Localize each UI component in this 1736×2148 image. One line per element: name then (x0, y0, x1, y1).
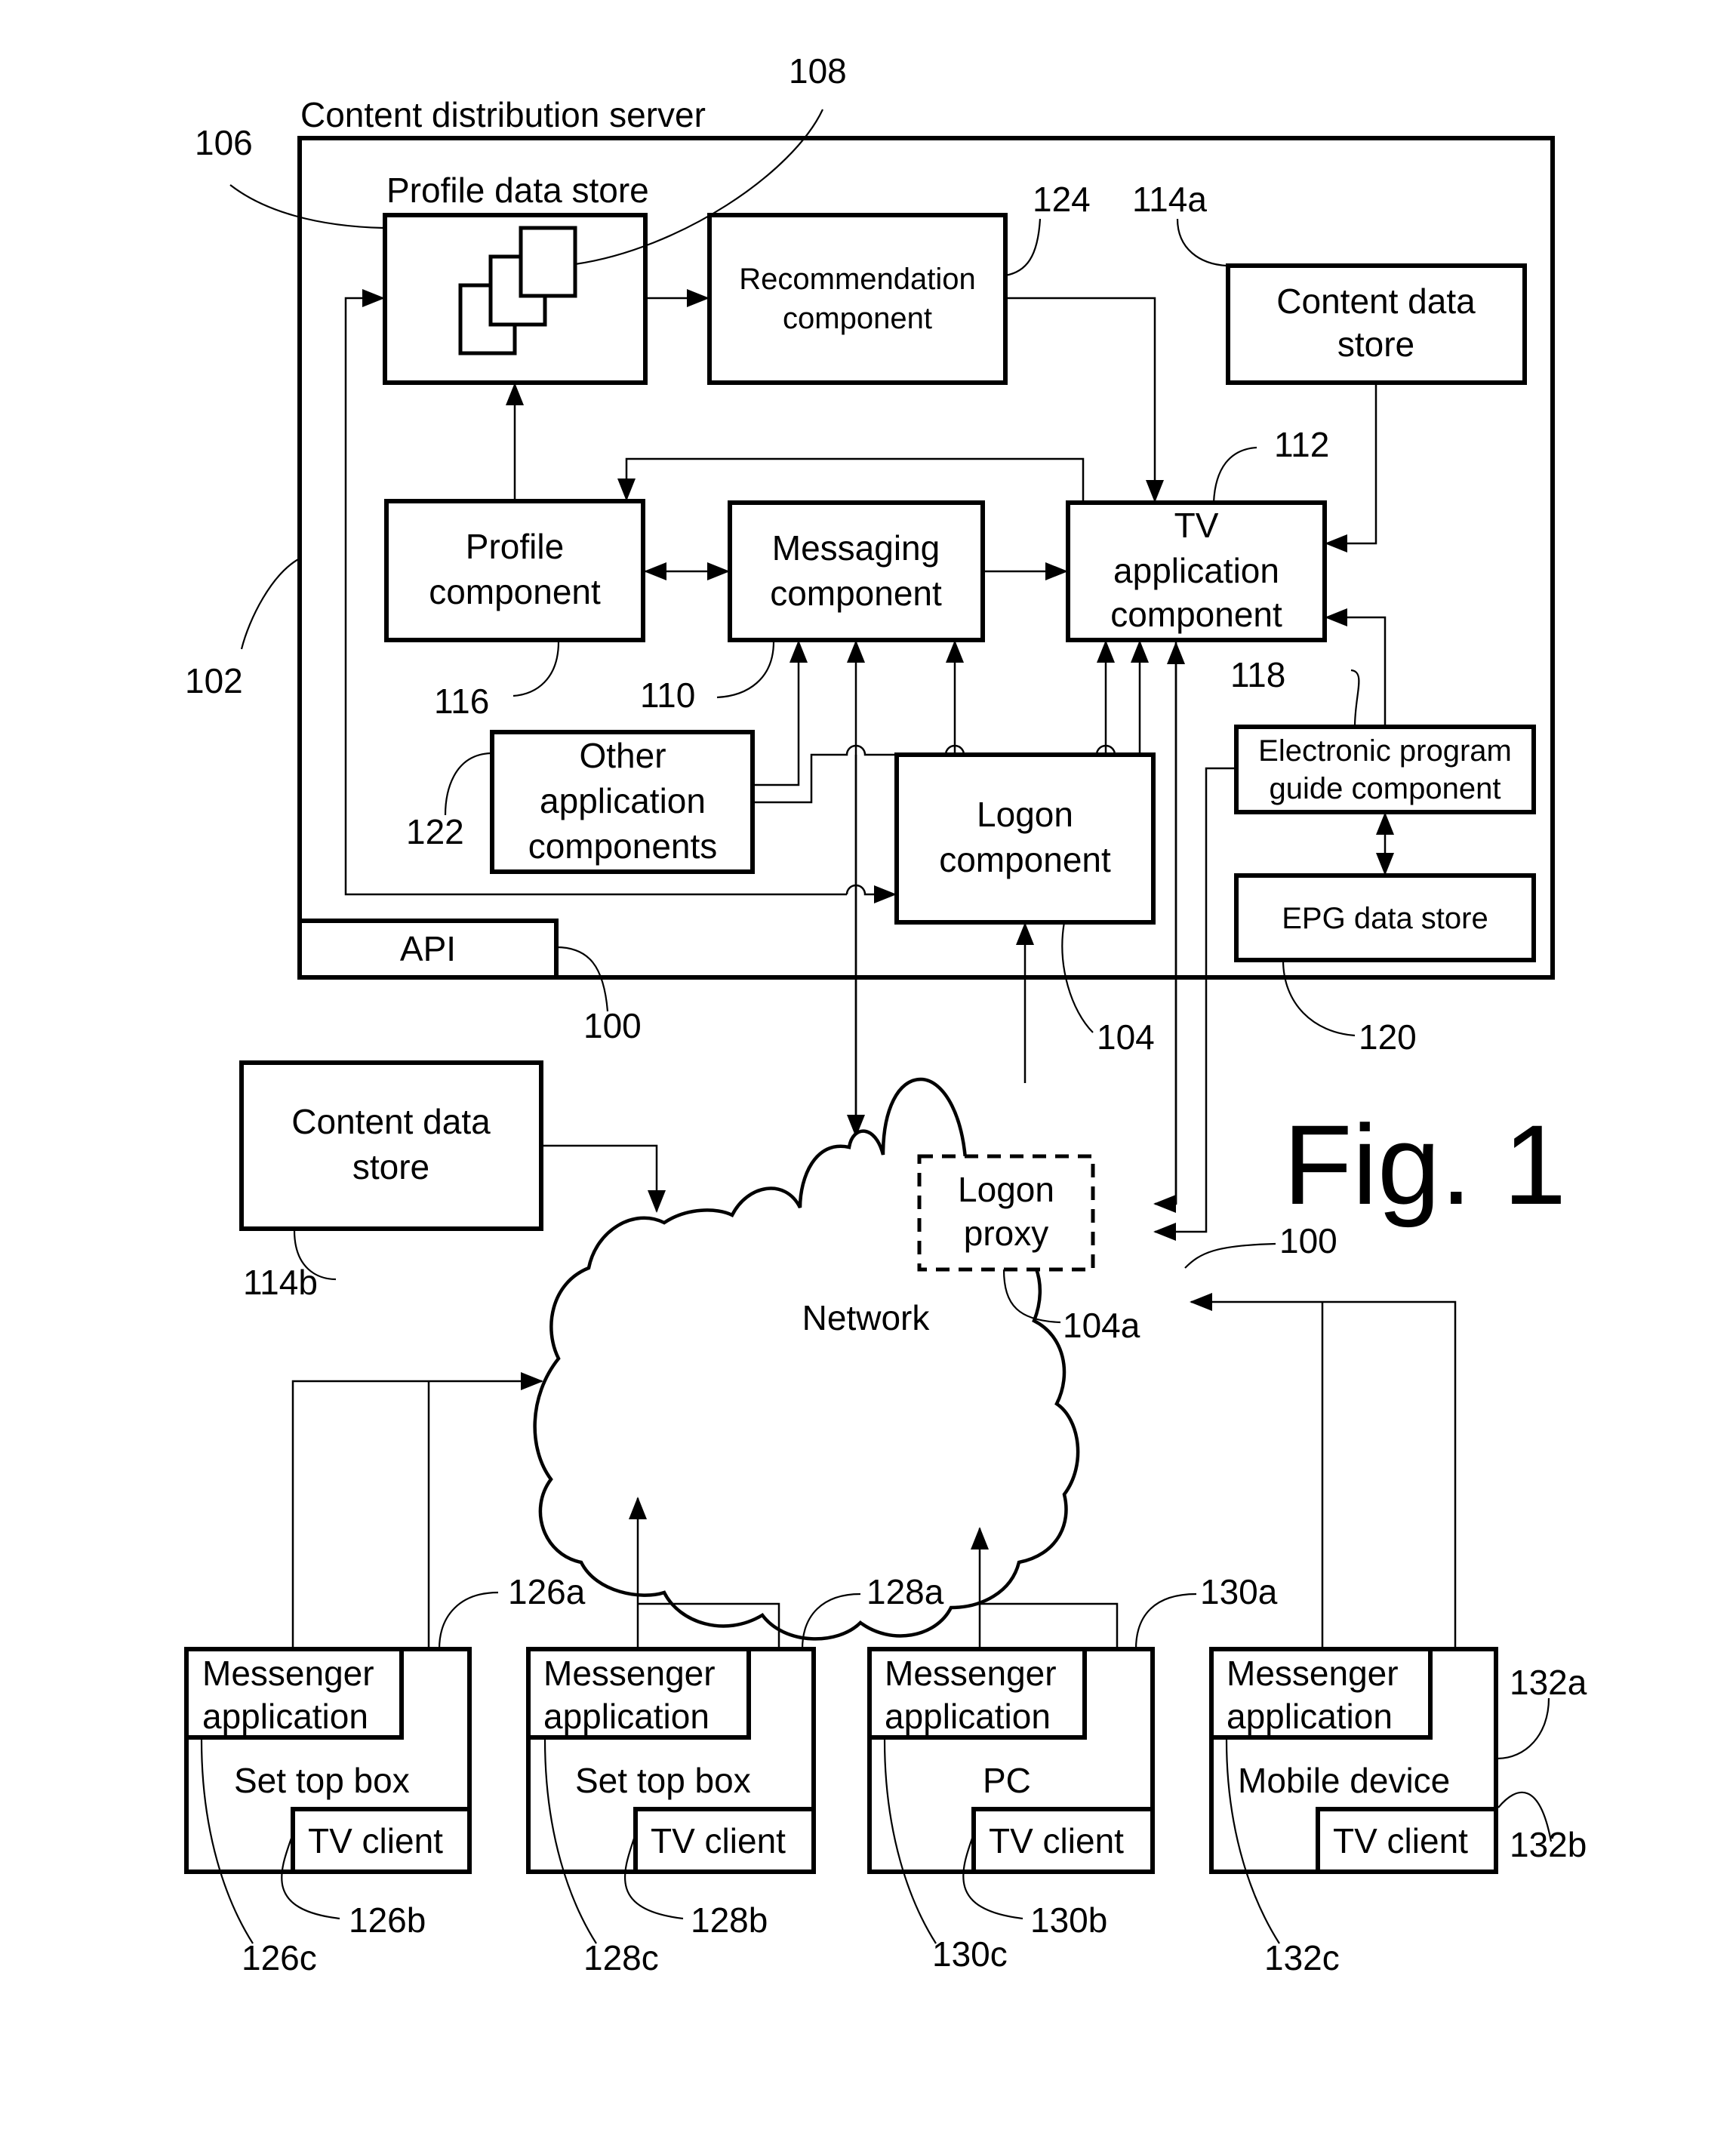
device-2-name: Set top box (575, 1761, 751, 1800)
device-4-app-label-2: application (1227, 1697, 1393, 1736)
device-2-app-label-1: Messenger (543, 1654, 716, 1693)
logon-component-box[interactable] (894, 752, 1156, 925)
ref-132a: 132a (1510, 1663, 1587, 1702)
other-application-label-1: Other (579, 736, 666, 775)
ref-126c: 126c (242, 1938, 317, 1977)
content-data-store-b-label-2: store (352, 1147, 429, 1186)
ref-128b: 128b (691, 1900, 768, 1940)
device-3-client-label: TV client (989, 1821, 1124, 1860)
network-label: Network (802, 1298, 931, 1337)
ref-130a: 130a (1200, 1572, 1278, 1611)
ref-124: 124 (1033, 180, 1091, 219)
ref-100-api: 100 (583, 1006, 642, 1045)
messaging-component-label-2: component (770, 574, 942, 613)
device-1-app-label-2: application (202, 1697, 368, 1736)
tv-application-label-1: TV (1174, 506, 1219, 545)
content-data-store-b-label-1: Content data (291, 1102, 491, 1141)
system-diagram: Content distribution server Profile data… (184, 51, 1587, 1977)
epg-component-label-1: Electronic program (1258, 734, 1512, 768)
device-4-app-label-1: Messenger (1227, 1654, 1399, 1693)
device-4-name: Mobile device (1238, 1761, 1450, 1800)
logon-component-label-1: Logon (977, 795, 1073, 834)
ref-120: 120 (1359, 1017, 1417, 1057)
device-4-client-label: TV client (1333, 1821, 1468, 1860)
profile-component-label-2: component (429, 572, 601, 611)
device-3-app-label-2: application (885, 1697, 1051, 1736)
recommendation-label-2: component (783, 302, 932, 335)
ref-128a: 128a (866, 1572, 944, 1611)
ref-104: 104 (1097, 1017, 1155, 1057)
device-set-top-box-2[interactable]: Messenger application Set top box TV cli… (526, 1647, 816, 1874)
recommendation-component-box[interactable] (707, 213, 1008, 385)
device-2-client-label: TV client (651, 1821, 786, 1860)
ref-132c: 132c (1264, 1938, 1340, 1977)
device-3-app-label-1: Messenger (885, 1654, 1057, 1693)
device-1-client-label: TV client (308, 1821, 443, 1860)
other-application-label-2: application (540, 781, 706, 820)
profile-component-label-1: Profile (466, 527, 564, 566)
device-3-name: PC (983, 1761, 1031, 1800)
ref-118: 118 (1230, 655, 1285, 694)
logon-proxy-label-1: Logon (958, 1170, 1054, 1209)
api-label: API (400, 929, 456, 968)
content-data-store-a-label-2: store (1337, 325, 1414, 364)
ref-100-network: 100 (1279, 1221, 1337, 1260)
recommendation-label-1: Recommendation (739, 263, 976, 296)
device-set-top-box-1[interactable]: Messenger application Set top box TV cli… (184, 1647, 472, 1874)
ref-132b: 132b (1510, 1825, 1587, 1864)
logon-component-label-2: component (939, 840, 1111, 879)
tv-application-label-3: component (1110, 595, 1282, 634)
messaging-component-label-1: Messaging (772, 528, 940, 568)
ref-112: 112 (1274, 425, 1329, 464)
messaging-component-box[interactable] (728, 500, 985, 642)
tv-application-label-2: application (1113, 551, 1279, 590)
figure-title: Fig. 1 (1283, 1101, 1566, 1228)
epg-data-store-label: EPG data store (1282, 902, 1488, 935)
server-title: Content distribution server (300, 95, 706, 134)
content-data-store-a-label-1: Content data (1276, 282, 1476, 321)
ref-102: 102 (185, 661, 243, 700)
ref-130b: 130b (1030, 1900, 1107, 1940)
ref-106: 106 (195, 123, 253, 162)
ref-122: 122 (406, 812, 464, 851)
logon-proxy-label-2: proxy (964, 1214, 1048, 1253)
device-mobile[interactable]: Messenger application Mobile device TV c… (1209, 1647, 1498, 1874)
ref-126b: 126b (349, 1900, 426, 1940)
ref-108: 108 (789, 51, 847, 91)
ref-114a: 114a (1132, 180, 1207, 219)
device-2-app-label-2: application (543, 1697, 709, 1736)
epg-component-label-2: guide component (1270, 772, 1501, 805)
profile-data-store-label: Profile data store (386, 171, 649, 210)
ref-116: 116 (434, 682, 489, 721)
ref-104a: 104a (1063, 1306, 1140, 1345)
ref-126a: 126a (508, 1572, 586, 1611)
ref-114b: 114b (243, 1263, 318, 1302)
device-1-app-label-1: Messenger (202, 1654, 374, 1693)
content-data-store-b-box[interactable] (239, 1060, 543, 1231)
ref-130c: 130c (932, 1934, 1008, 1974)
content-store-b-to-network-arrow (541, 1144, 666, 1213)
profile-component-box[interactable] (384, 499, 645, 642)
device-1-name: Set top box (234, 1761, 410, 1800)
ref-110: 110 (640, 675, 695, 715)
ref-128c: 128c (583, 1938, 659, 1977)
other-application-label-3: components (528, 826, 718, 866)
device-pc[interactable]: Messenger application PC TV client (867, 1647, 1155, 1874)
